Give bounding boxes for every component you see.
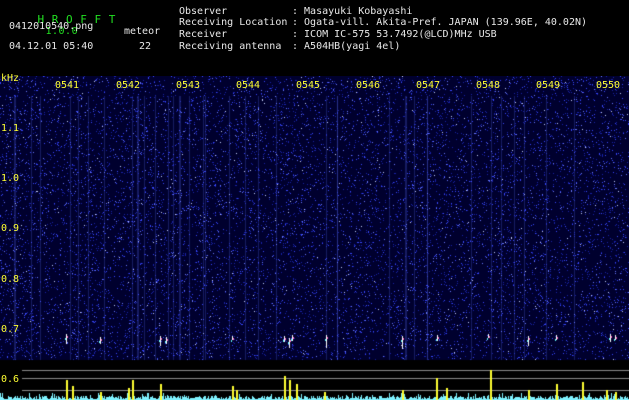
- receiver-label: Receiver: [179, 29, 228, 40]
- datetime: 04.12.01 05:40: [9, 41, 94, 52]
- time-tick: 0548: [476, 80, 501, 91]
- receiver-value: : ICOM IC-575 53.7492(@LCD)MHz USB: [292, 29, 497, 40]
- meteor-count: 22: [139, 41, 152, 52]
- time-tick: 0546: [356, 80, 381, 91]
- freq-tick: 0.7: [1, 324, 20, 335]
- location-value: : Ogata-vill. Akita-Pref. JAPAN (139.96E…: [292, 17, 588, 28]
- time-tick: 0545: [296, 80, 321, 91]
- time-tick: 0549: [536, 80, 561, 91]
- time-tick: 0544: [236, 80, 261, 91]
- meteor-label: meteor: [124, 26, 161, 37]
- observer-value: : Masayuki Kobayashi: [292, 6, 413, 17]
- spectrogram-canvas: [0, 76, 629, 400]
- antenna-value: : A504HB(yagi 4el): [292, 41, 401, 52]
- freq-tick: 1.0: [1, 173, 20, 184]
- freq-tick: 1.1: [1, 123, 20, 134]
- time-tick: 0543: [176, 80, 201, 91]
- freq-tick: 0.6: [1, 374, 20, 385]
- hroft-spectrogram-screen: H R O F F T 1.0.0 0412010540.png 04.12.0…: [0, 0, 629, 400]
- freq-tick: 0.9: [1, 223, 20, 234]
- time-tick: 0542: [116, 80, 141, 91]
- location-label: Receiving Location: [179, 17, 288, 28]
- time-tick: 0547: [416, 80, 441, 91]
- observer-label: Observer: [179, 6, 228, 17]
- antenna-label: Receiving antenna: [179, 41, 282, 52]
- time-tick: 0550: [596, 80, 621, 91]
- freq-tick: 0.8: [1, 274, 20, 285]
- filename: 0412010540.png: [9, 21, 94, 32]
- freq-unit-label: kHz: [1, 73, 20, 84]
- time-tick: 0541: [55, 80, 80, 91]
